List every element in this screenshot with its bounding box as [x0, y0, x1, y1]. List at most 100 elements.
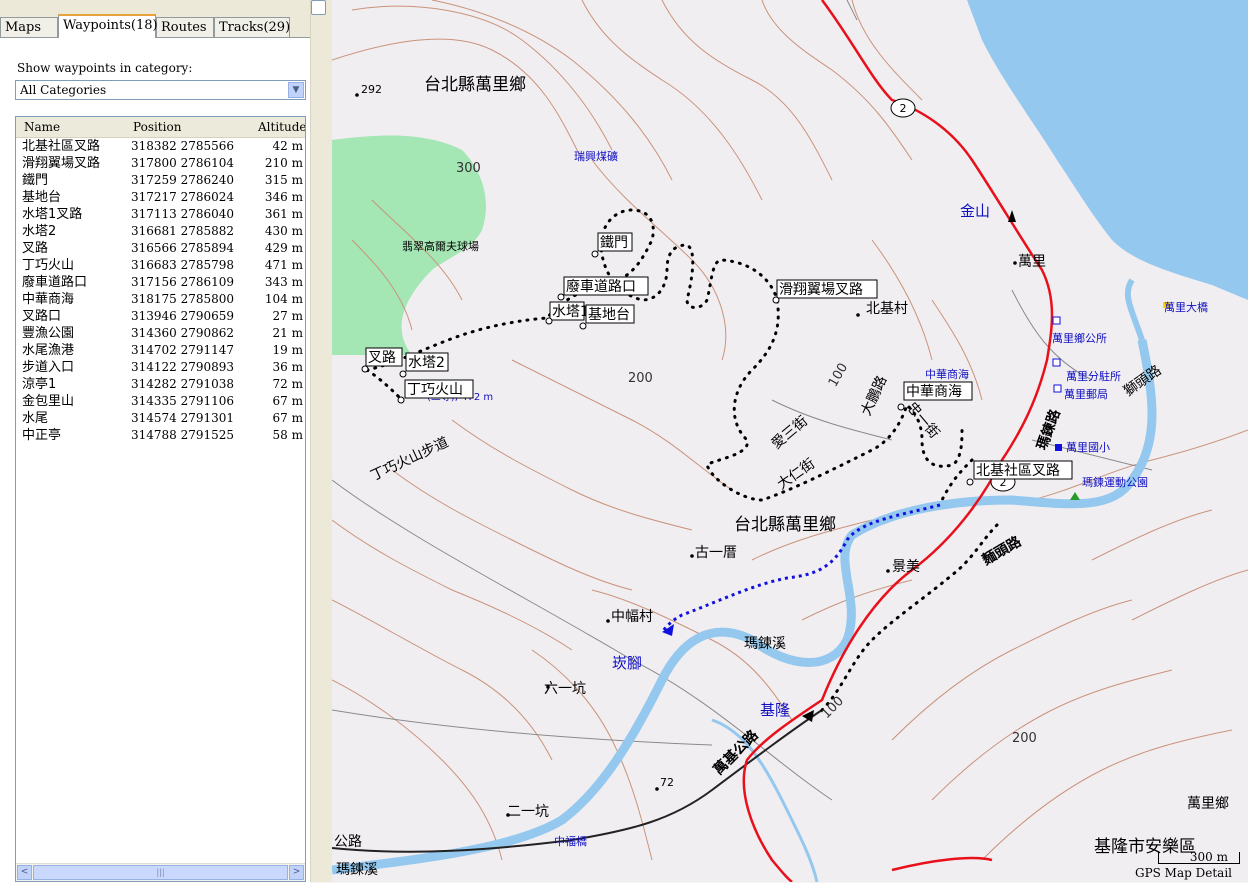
table-row[interactable]: 步道入口 314122 2790893 36 m — [16, 359, 305, 376]
waypoint-name: 北基社區叉路 — [22, 139, 101, 154]
scroll-thumb[interactable]: ||| — [33, 865, 288, 880]
map-label-zfq: 中福橋 — [554, 834, 587, 848]
waypoint-huaxiang[interactable]: 滑翔翼場叉路 — [772, 279, 878, 304]
column-header-altitude[interactable]: Altitude — [258, 120, 305, 134]
waypoint-position: 317800 2786104 — [131, 156, 235, 170]
column-header-name[interactable]: Name — [24, 120, 60, 134]
waypoint-position: 316683 2785798 — [131, 258, 235, 272]
waypoint-position: 317156 2786109 — [131, 275, 235, 289]
waypoint-tiemen[interactable]: 鐵門 — [591, 232, 633, 258]
waypoint-name: 叉路 — [22, 241, 49, 256]
table-row[interactable]: 水塔2 316681 2785882 430 m — [16, 223, 305, 240]
waypoint-position: 314122 2790893 — [131, 360, 235, 374]
svg-text:廢車道路口: 廢車道路口 — [566, 278, 636, 295]
table-row[interactable]: 廢車道路口 317156 2786109 343 m — [16, 274, 305, 291]
map-label-dal: 大鵬路 — [858, 374, 890, 419]
map-label-arj: 大仁街 — [774, 456, 818, 493]
map-label-zhsh: 中華商海 — [925, 367, 969, 381]
list-header: Name Position Altitude — [16, 117, 305, 138]
waypoint-altitude: 210 m — [264, 156, 303, 170]
horizontal-scrollbar[interactable]: < ||| > — [16, 863, 305, 881]
table-row[interactable]: 中華商海 318175 2785800 104 m — [16, 291, 305, 308]
waypoint-position: 317217 2786024 — [131, 190, 235, 204]
waypoint-jidi[interactable]: 基地台 — [579, 304, 635, 330]
map-view[interactable]: 2 2 台北縣萬里鄉 台北縣萬里鄉 萬里鄉 基隆市安樂區 292 300 200… — [332, 0, 1248, 882]
waypoint-altitude: 36 m — [272, 360, 303, 374]
map-label-292: 292 — [361, 83, 382, 96]
table-row[interactable]: 水尾 314574 2791301 67 m — [16, 410, 305, 427]
map-label-bridge: 萬里大橋 — [1164, 300, 1208, 314]
waypoint-shuita2[interactable]: 水塔2 — [399, 352, 449, 378]
map-label-72: 72 — [660, 776, 674, 789]
table-row[interactable]: 水尾漁港 314702 2791147 19 m — [16, 342, 305, 359]
map-label-beiji: 北基村 — [866, 300, 908, 317]
waypoint-altitude: 58 m — [272, 428, 303, 442]
route-shield-2a: 2 — [890, 98, 916, 118]
waypoint-shuita1[interactable]: 水塔1 — [545, 301, 589, 325]
map-caption: GPS Map Detail — [1134, 866, 1232, 880]
table-row[interactable]: 丁巧火山 316683 2785798 471 m — [16, 257, 305, 274]
tracks — [365, 208, 999, 712]
contour-label-200a: 200 — [628, 371, 653, 386]
tab-tracks[interactable]: Tracks(29) — [214, 17, 290, 37]
waypoint-name: 中華商海 — [22, 292, 75, 307]
waypoint-beiji[interactable]: 北基社區叉路 — [966, 460, 1073, 486]
table-row[interactable]: 豐漁公園 314360 2790862 21 m — [16, 325, 305, 342]
track-arrow-icon — [1008, 210, 1016, 222]
waypoint-position: 314282 2791038 — [131, 377, 235, 391]
map-label-eyk: 二一坑 — [507, 804, 549, 820]
map-label-lyk: 六一坑 — [544, 681, 586, 697]
map-canvas[interactable]: 2 2 台北縣萬里鄉 台北縣萬里鄉 萬里鄉 基隆市安樂區 292 300 200… — [332, 0, 1248, 882]
scroll-right-icon[interactable]: > — [289, 865, 304, 880]
table-row[interactable]: 基地台 317217 2786024 346 m — [16, 189, 305, 206]
waypoint-name: 水尾 — [22, 411, 49, 426]
tab-waypoints[interactable]: Waypoints(18) — [58, 14, 158, 38]
chevron-down-icon[interactable]: ▼ — [288, 82, 304, 98]
table-row[interactable]: 滑翔翼場叉路 317800 2786104 210 m — [16, 155, 305, 172]
waypoint-name: 豐漁公園 — [22, 326, 75, 341]
map-label-wanli1: 台北縣萬里鄉 — [424, 75, 526, 95]
map-label-school: 萬里國小 — [1066, 441, 1110, 454]
waypoint-position: 314702 2791147 — [131, 343, 235, 357]
map-label-wanli2: 台北縣萬里鄉 — [734, 515, 836, 535]
waypoint-chalu[interactable]: 叉路 — [361, 347, 403, 373]
category-label: Show waypoints in category: — [17, 61, 193, 75]
category-select[interactable]: All Categories ▼ — [15, 80, 306, 100]
waypoint-position: 314788 2791525 — [131, 428, 235, 442]
table-row[interactable]: 鐵門 317259 2786240 315 m — [16, 172, 305, 189]
waypoints-panel: Show waypoints in category: All Categori… — [0, 37, 310, 883]
waypoint-feiche[interactable]: 廢車道路口 — [557, 276, 649, 301]
table-row[interactable]: 水塔1叉路 317113 2786040 361 m — [16, 206, 305, 223]
map-label-jm: 景美 — [892, 559, 920, 575]
table-row[interactable]: 金包里山 314335 2791106 67 m — [16, 393, 305, 410]
road-red-branch — [891, 856, 993, 872]
splitter-handle[interactable] — [310, 0, 333, 882]
map-label-park: 瑪鍊運動公園 — [1082, 475, 1148, 489]
waypoint-altitude: 42 m — [272, 139, 303, 153]
map-label-mlx: 瑪鍊溪 — [744, 636, 786, 652]
waypoint-name: 丁巧火山 — [22, 258, 75, 273]
table-row[interactable]: 北基社區叉路 318382 2785566 42 m — [16, 138, 305, 155]
waypoint-altitude: 471 m — [264, 258, 303, 272]
table-row[interactable]: 涼亭1 314282 2791038 72 m — [16, 376, 305, 393]
map-label-asj: 愛三街 — [769, 413, 811, 452]
waypoint-altitude: 104 m — [264, 292, 303, 306]
tab-maps[interactable]: Maps — [0, 17, 58, 37]
contour-label-300: 300 — [456, 161, 481, 176]
map-label-wanli: 萬里 — [1018, 254, 1046, 270]
waypoint-position: 314574 2791301 — [131, 411, 235, 425]
map-label-police: 萬里分駐所 — [1066, 369, 1121, 383]
map-label-mtl: 獅頭路 — [1121, 363, 1165, 400]
table-row[interactable]: 中正亭 314788 2791525 58 m — [16, 427, 305, 444]
tab-routes[interactable]: Routes — [156, 17, 214, 37]
map-label-golf: 翡翠高爾夫球場 — [402, 239, 479, 253]
collapse-toggle[interactable] — [311, 0, 326, 15]
waypoint-position: 316681 2785882 — [131, 224, 235, 238]
scroll-left-icon[interactable]: < — [17, 865, 32, 880]
table-row[interactable]: 叉路 316566 2785894 429 m — [16, 240, 305, 257]
waypoint-name: 基地台 — [22, 190, 62, 205]
column-header-position[interactable]: Position — [133, 120, 181, 134]
svg-text:丁巧火山: 丁巧火山 — [407, 382, 463, 398]
waypoint-altitude: 430 m — [264, 224, 303, 238]
table-row[interactable]: 叉路口 313946 2790659 27 m — [16, 308, 305, 325]
